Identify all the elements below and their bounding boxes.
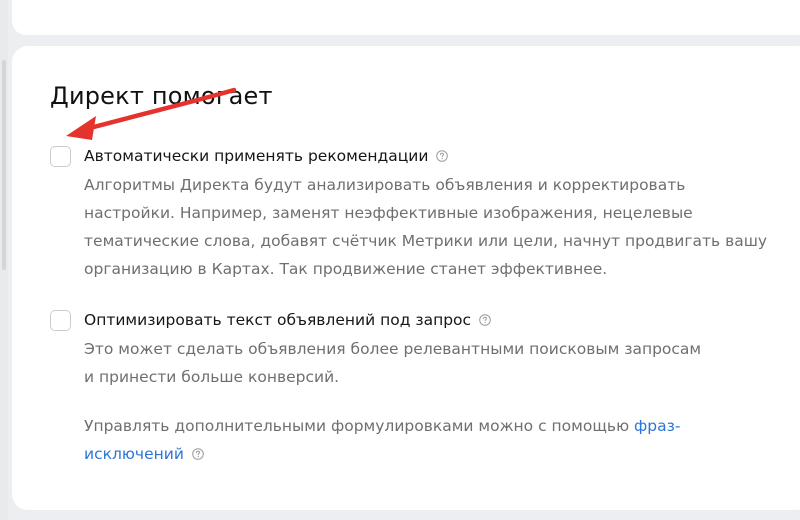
- description-line: и принести больше конверсий.: [84, 368, 340, 386]
- question-circle-icon[interactable]: [479, 314, 491, 326]
- description-line: тематические слова, добавят счётчик Метр…: [84, 232, 768, 250]
- option-label-row[interactable]: Автоматически применять рекомендации: [84, 144, 449, 168]
- auto-apply-recommendations-label[interactable]: Автоматически применять рекомендации: [84, 147, 428, 165]
- negative-phrases-hint: Управлять дополнительными формулировками…: [84, 412, 680, 468]
- optimize-ad-text-label[interactable]: Оптимизировать текст объявлений под запр…: [84, 311, 471, 329]
- option-label-row[interactable]: Оптимизировать текст объявлений под запр…: [84, 308, 491, 332]
- hint-line: Управлять дополнительными формулировками…: [84, 412, 680, 440]
- negative-phrases-link-part2[interactable]: исключений: [84, 445, 184, 463]
- scrollbar-thumb[interactable]: [2, 60, 6, 270]
- question-circle-icon[interactable]: [436, 150, 449, 162]
- hint-text: Управлять дополнительными формулировками…: [84, 417, 635, 435]
- previous-card: [12, 0, 800, 35]
- description-line: Это может сделать объявления более релев…: [84, 340, 702, 358]
- description-line: настройки. Например, заменят неэффективн…: [84, 204, 693, 222]
- description-line: Алгоритмы Директа будут анализировать об…: [84, 176, 686, 194]
- optimize-ad-text-checkbox[interactable]: [50, 310, 71, 331]
- optimize-ad-text-description: Это может сделать объявления более релев…: [84, 335, 800, 391]
- negative-phrases-link-part1[interactable]: фраз-: [634, 417, 680, 435]
- auto-apply-recommendations-description: Алгоритмы Директа будут анализировать об…: [84, 171, 800, 283]
- hint-line: исключений: [84, 440, 680, 468]
- scrollbar-track[interactable]: [0, 0, 8, 520]
- description-line: организацию в Картах. Так продвижение ст…: [84, 260, 608, 278]
- auto-apply-recommendations-checkbox[interactable]: [50, 146, 71, 167]
- direkt-helps-card: Директ помогает Автоматически применять …: [12, 46, 800, 510]
- question-circle-icon[interactable]: [192, 448, 204, 460]
- section-title: Директ помогает: [50, 82, 273, 110]
